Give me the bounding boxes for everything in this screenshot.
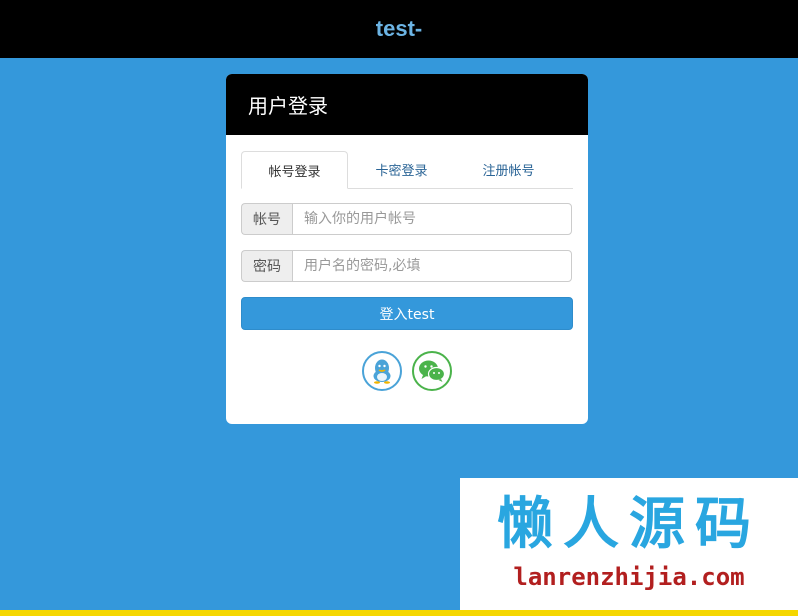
site-brand[interactable]: test-	[376, 16, 422, 42]
bottom-strip	[0, 610, 798, 616]
watermark-title: 懒人源码	[497, 492, 761, 557]
password-input[interactable]	[292, 250, 572, 282]
login-panel: 用户登录 帐号登录 卡密登录 注册帐号 帐号 密码 登入test	[226, 74, 588, 424]
qq-login-button[interactable]	[362, 351, 402, 391]
tab-register[interactable]: 注册帐号	[455, 151, 562, 188]
login-tabs: 帐号登录 卡密登录 注册帐号	[241, 151, 573, 189]
password-label: 密码	[241, 250, 292, 282]
wechat-icon	[419, 360, 446, 382]
password-input-group: 密码	[241, 250, 572, 282]
tab-account-login[interactable]: 帐号登录	[241, 151, 348, 189]
login-button[interactable]: 登入test	[241, 297, 573, 330]
account-input-group: 帐号	[241, 203, 572, 235]
watermark-url: lanrenzhijia.com	[513, 563, 745, 591]
tab-card-login[interactable]: 卡密登录	[348, 151, 455, 188]
account-input[interactable]	[292, 203, 572, 235]
qq-penguin-icon	[373, 359, 391, 384]
wechat-login-button[interactable]	[412, 351, 452, 391]
watermark: 懒人源码 lanrenzhijia.com	[460, 478, 798, 610]
top-bar: test-	[0, 0, 798, 58]
account-label: 帐号	[241, 203, 292, 235]
panel-title: 用户登录	[226, 74, 588, 135]
